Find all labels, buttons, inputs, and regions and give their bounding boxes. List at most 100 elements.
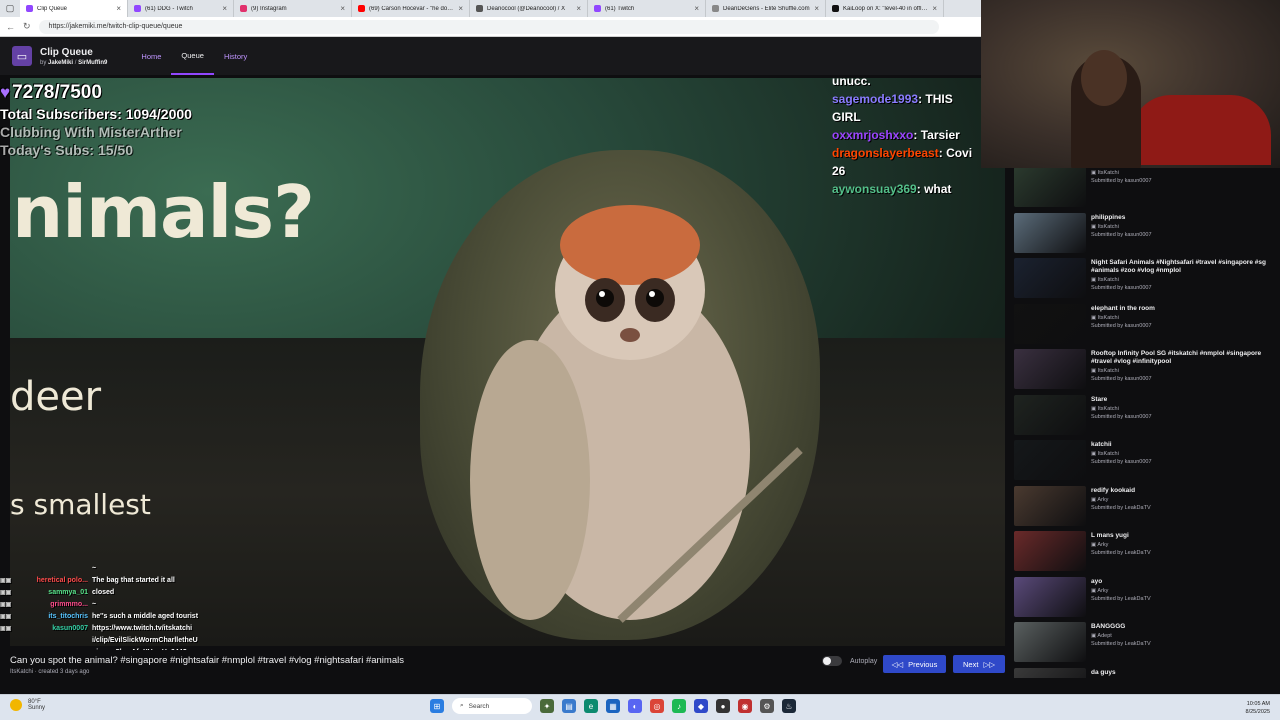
nav-queue[interactable]: Queue xyxy=(171,37,214,75)
autoplay-toggle[interactable] xyxy=(822,656,842,666)
queue-item[interactable]: Stare ▣ ItsKatchi Submitted by kasun0007 xyxy=(1014,394,1276,438)
browser-tab[interactable]: (61) Twitch × xyxy=(588,0,706,17)
queue-item[interactable]: ayo ▣ Arky Submitted by LeakDaTV xyxy=(1014,576,1276,620)
chat-username[interactable]: grimmmo... xyxy=(24,599,88,611)
queue-item[interactable]: L mans yugi ▣ Arky Submitted by LeakDaTV xyxy=(1014,531,1276,574)
clip-thumbnail[interactable] xyxy=(1014,258,1086,298)
queue-item[interactable]: elephant in the room ▣ ItsKatchi Submitted… xyxy=(1014,303,1276,347)
previous-button[interactable]: ◁◁ Previous xyxy=(883,655,946,673)
chat-badge-icon: ▣▣ xyxy=(0,614,12,620)
chrome-icon[interactable]: ◎ xyxy=(650,699,664,713)
queue-item-title: L mans yugi xyxy=(1091,532,1129,539)
next-button[interactable]: Next ▷▷ xyxy=(953,655,1005,673)
chat-badge-icon: ▣▣ xyxy=(0,590,12,596)
store-icon[interactable]: ▦ xyxy=(606,699,620,713)
nav-home[interactable]: Home xyxy=(131,37,171,75)
overlay-chat-msg: Tarsier xyxy=(920,128,960,142)
edge-icon[interactable]: e xyxy=(584,699,598,713)
browser-tab[interactable]: Clip Queue × xyxy=(20,0,128,17)
clip-thumbnail[interactable] xyxy=(1014,303,1086,344)
obs-icon[interactable]: ● xyxy=(716,699,730,713)
overlay-chat-line: unucc. xyxy=(832,72,982,90)
close-tab-icon[interactable]: × xyxy=(694,4,699,13)
chat-username[interactable] xyxy=(24,563,88,575)
clock[interactable]: 10:05 AM 8/25/2025 xyxy=(1246,700,1270,716)
clip-thumbnail[interactable] xyxy=(1014,622,1086,662)
queue-item-title: Night Safari Animals #Nightsafari #trave… xyxy=(1091,259,1266,274)
app-title: Clip Queue xyxy=(40,46,93,58)
browser-tab[interactable]: KaiLoop on X: "level-40 in offline × xyxy=(826,0,944,17)
app-nav: Home Queue History xyxy=(131,37,257,75)
settings-icon[interactable]: ⚙ xyxy=(760,699,774,713)
taskbar-search[interactable]: ⌕ Search xyxy=(452,698,532,714)
close-tab-icon[interactable]: × xyxy=(116,4,121,13)
discord-icon[interactable]: ◐ xyxy=(628,699,642,713)
webcam-sofa xyxy=(1131,95,1271,165)
clip-thumbnail[interactable] xyxy=(1014,349,1086,389)
queue-item[interactable]: Rooftop Infinity Pool SG #itskatchi #nmp… xyxy=(1014,349,1276,392)
channel-icon: ▣ xyxy=(1091,451,1098,457)
queue-item[interactable]: da guys▣ Adept xyxy=(1014,667,1276,678)
close-tab-icon[interactable]: × xyxy=(932,4,937,13)
clip-thumbnail[interactable] xyxy=(1014,440,1086,480)
close-tab-icon[interactable]: × xyxy=(458,4,463,13)
widgets-icon[interactable]: ✦ xyxy=(540,699,554,713)
browser-tab[interactable]: (69) Carson Hocevar - "he don't n × xyxy=(352,0,470,17)
queue-item[interactable]: katchii ▣ ItsKatchi Submitted by kasun0007 xyxy=(1014,440,1276,483)
browser-tab[interactable]: Deanocool (@Deanocool) / X × xyxy=(470,0,588,17)
tab-favicon-icon xyxy=(476,5,483,12)
close-tab-icon[interactable]: × xyxy=(814,4,819,13)
reload-icon[interactable]: ↻ xyxy=(23,21,31,32)
queue-item-channel-name: ItsKatchi xyxy=(1097,277,1119,283)
tab-title: Deanocool (@Deanocool) / X xyxy=(487,5,566,12)
autoplay-control[interactable]: Autoplay xyxy=(822,656,877,666)
by-label: by xyxy=(40,59,47,66)
close-tab-icon[interactable]: × xyxy=(576,4,581,13)
app-icon[interactable]: ◆ xyxy=(694,699,708,713)
chat-text: The bag that started it all xyxy=(92,577,175,584)
browser-tab[interactable]: (9) Instagram × xyxy=(234,0,352,17)
queue-item[interactable]: Night Safari Animals #Nightsafari #trave… xyxy=(1014,258,1276,301)
clip-thumbnail[interactable] xyxy=(1014,531,1086,571)
queue-item[interactable]: BANGGGG ▣ Adept Submitted by LeakDaTV xyxy=(1014,622,1276,665)
close-tab-icon[interactable]: × xyxy=(222,4,227,13)
browser-tab[interactable]: DeanDeGens - Elite Shuffle.com × xyxy=(706,0,826,17)
queue-item[interactable]: philippines ▣ ItsKatchi Submitted by kasun… xyxy=(1014,212,1276,256)
clip-queue-list: ▣ ItsKatchi Submitted by kasun0007 philipp… xyxy=(1010,168,1280,678)
chat-username[interactable]: sammya_01 xyxy=(24,587,88,599)
app-authors: by JakeMiki / SirMuffin9 xyxy=(40,60,107,66)
tab-title: DeanDeGens - Elite Shuffle.com xyxy=(723,5,810,12)
start-icon[interactable]: ⊞ xyxy=(430,699,444,713)
tab-actions-icon[interactable]: ▢ xyxy=(0,0,20,17)
steam-icon[interactable]: ♨ xyxy=(782,699,796,713)
close-tab-icon[interactable]: × xyxy=(340,4,345,13)
clip-channel[interactable]: ItsKatchi xyxy=(10,669,33,675)
clip-thumbnail[interactable] xyxy=(1014,667,1086,678)
clip-info-bar: Can you spot the animal? #singapore #nig… xyxy=(0,650,1010,694)
queue-item-submitter: Submitted by kasun0007 xyxy=(1091,376,1152,382)
clip-thumbnail[interactable] xyxy=(1014,485,1086,526)
weather-widget[interactable]: 80°F Sunny xyxy=(10,699,45,711)
author-link-2[interactable]: SirMuffin9 xyxy=(78,60,107,66)
video-sign-text-smallest: s smallest xyxy=(10,488,151,521)
sun-icon xyxy=(10,699,22,711)
clip-thumbnail[interactable] xyxy=(1014,394,1086,435)
app-red-icon[interactable]: ◉ xyxy=(738,699,752,713)
explorer-icon[interactable]: ▤ xyxy=(562,699,576,713)
clip-thumbnail[interactable] xyxy=(1014,168,1086,207)
queue-item[interactable]: redify kookaid ▣ Arky Submitted by LeakDaT… xyxy=(1014,485,1276,529)
queue-item-channel: ▣ Adept xyxy=(1091,633,1151,639)
chat-username[interactable]: its_titochris xyxy=(24,611,88,623)
author-link-1[interactable]: JakeMiki xyxy=(48,60,73,66)
browser-tab[interactable]: (61) DDG - Twitch × xyxy=(128,0,234,17)
spotify-icon[interactable]: ♪ xyxy=(672,699,686,713)
clip-thumbnail[interactable] xyxy=(1014,576,1086,617)
queue-item-title: ayo xyxy=(1091,577,1103,585)
chat-username[interactable]: heretical polo... xyxy=(24,575,88,587)
clip-thumbnail[interactable] xyxy=(1014,212,1086,253)
weather-desc: Sunny xyxy=(28,705,46,711)
nav-history[interactable]: History xyxy=(214,37,257,75)
url-field[interactable]: https://jakemiki.me/twitch-clip-queue/qu… xyxy=(38,19,939,34)
back-icon[interactable]: ← xyxy=(6,22,15,32)
queue-item[interactable]: ▣ ItsKatchi Submitted by kasun0007 xyxy=(1014,168,1276,210)
